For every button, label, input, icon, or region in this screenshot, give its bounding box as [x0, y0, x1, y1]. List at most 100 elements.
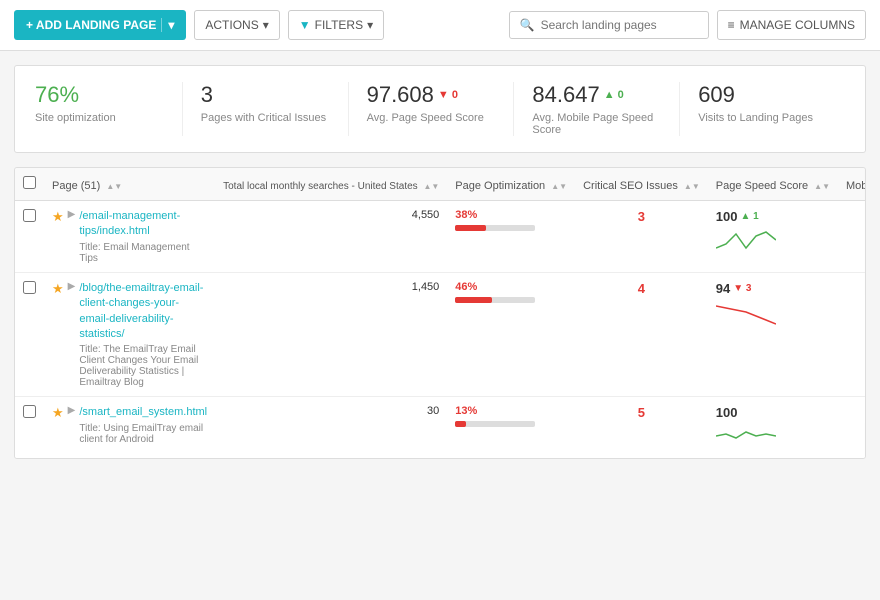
row-mobile-usability-cell: !: [838, 201, 866, 273]
stat-label-mobile-speed: Avg. Mobile Page Speed Score: [532, 112, 661, 136]
critical-value: 5: [638, 405, 645, 420]
mobile-usability-column-header[interactable]: Mobile usability ▲▼: [838, 168, 866, 201]
speed-score-wrap: 94 ▼ 3: [716, 281, 830, 326]
table-row: ★ ▶ /email-management-tips/index.html Ti…: [15, 201, 866, 273]
page-title: Title: The EmailTray Email Client Change…: [79, 344, 207, 388]
stat-label-page-speed: Avg. Page Speed Score: [367, 112, 496, 124]
sort-arrows-searches: ▲▼: [423, 182, 439, 191]
search-input[interactable]: [541, 18, 698, 32]
optimization-bar-fill: [455, 225, 485, 231]
stat-page-speed: 97.608 ▼ 0 Avg. Page Speed Score: [349, 82, 515, 136]
expand-arrow-icon[interactable]: ▶: [68, 405, 76, 416]
page-url[interactable]: /blog/the-emailtray-email-client-changes…: [79, 281, 207, 343]
opt-column-header[interactable]: Page Optimization ▲▼: [447, 168, 575, 201]
row-searches-cell: 30: [215, 397, 447, 459]
speed-value: 94 ▼ 3: [716, 281, 830, 296]
row-critical-cell: 4: [575, 272, 708, 397]
add-label: + ADD LANDING PAGE: [26, 18, 156, 32]
stat-badge-mobile-speed: ▲ 0: [604, 89, 624, 101]
row-optimization-cell: 46%: [447, 272, 575, 397]
sparkline-speed: [716, 422, 776, 450]
searches-value: 30: [427, 405, 439, 417]
optimization-bar-bg: [455, 421, 535, 427]
row-page-cell: ★ ▶ /blog/the-emailtray-email-client-cha…: [44, 272, 215, 397]
add-arrow-icon: ▾: [161, 18, 174, 32]
search-icon: 🔍: [520, 18, 535, 32]
row-checkbox[interactable]: [23, 281, 36, 294]
sort-arrows-critical: ▲▼: [684, 182, 700, 191]
landing-pages-table: Page (51) ▲▼ Total local monthly searche…: [14, 167, 866, 459]
stat-value-visits: 609: [698, 82, 827, 108]
select-all-checkbox[interactable]: [23, 176, 36, 189]
expand-arrow-icon[interactable]: ▶: [68, 281, 76, 292]
stat-site-optimization: 76% Site optimization: [35, 82, 183, 136]
speed-score-wrap: 100: [716, 405, 830, 450]
star-icon[interactable]: ★: [52, 281, 64, 297]
row-page-cell: ★ ▶ /smart_email_system.html Title: Usin…: [44, 397, 215, 459]
speed-change: ▲ 1: [740, 211, 758, 222]
page-url[interactable]: /email-management-tips/index.html: [79, 209, 207, 240]
sort-arrows-opt: ▲▼: [551, 182, 567, 191]
stat-label-visits: Visits to Landing Pages: [698, 112, 827, 124]
row-optimization-cell: 13%: [447, 397, 575, 459]
stats-bar: 76% Site optimization 3 Pages with Criti…: [14, 65, 866, 153]
optimization-label: 13%: [455, 405, 567, 417]
searches-column-header[interactable]: Total local monthly searches - United St…: [215, 168, 447, 201]
speed-value: 100: [716, 405, 830, 420]
searches-value: 1,450: [412, 281, 440, 293]
row-speed-cell: 94 ▼ 3: [708, 272, 838, 397]
optimization-bar-fill: [455, 297, 492, 303]
actions-button[interactable]: ACTIONS ▾: [194, 10, 279, 40]
speed-score-wrap: 100 ▲ 1: [716, 209, 830, 254]
stat-badge-page-speed: ▼ 0: [438, 89, 458, 101]
table-row: ★ ▶ /smart_email_system.html Title: Usin…: [15, 397, 866, 459]
optimization-bar-bg: [455, 297, 535, 303]
stat-mobile-speed: 84.647 ▲ 0 Avg. Mobile Page Speed Score: [514, 82, 680, 136]
table-row: ★ ▶ /blog/the-emailtray-email-client-cha…: [15, 272, 866, 397]
optimization-bar-wrap: 38%: [455, 209, 567, 231]
row-checkbox-cell: [15, 201, 44, 273]
select-all-header: [15, 168, 44, 201]
speed-change: ▼ 3: [733, 283, 751, 294]
optimization-label: 38%: [455, 209, 567, 221]
stat-visits: 609 Visits to Landing Pages: [680, 82, 845, 136]
toolbar-right: 🔍 ≡ MANAGE COLUMNS: [509, 10, 866, 40]
page-column-header[interactable]: Page (51) ▲▼: [44, 168, 215, 201]
row-checkbox[interactable]: [23, 209, 36, 222]
filters-button[interactable]: ▼ FILTERS ▾: [288, 10, 384, 40]
row-critical-cell: 5: [575, 397, 708, 459]
search-box: 🔍: [509, 11, 709, 39]
sparkline-speed: [716, 298, 776, 326]
stat-value-optimization: 76%: [35, 82, 164, 108]
critical-value: 3: [638, 209, 645, 224]
stat-label-optimization: Site optimization: [35, 112, 164, 124]
stat-critical-issues: 3 Pages with Critical Issues: [183, 82, 349, 136]
row-critical-cell: 3: [575, 201, 708, 273]
searches-value: 4,550: [412, 209, 440, 221]
star-icon[interactable]: ★: [52, 405, 64, 421]
row-checkbox[interactable]: [23, 405, 36, 418]
add-landing-page-button[interactable]: + ADD LANDING PAGE ▾: [14, 10, 186, 40]
sparkline-speed: [716, 226, 776, 254]
manage-columns-button[interactable]: ≡ MANAGE COLUMNS: [717, 10, 866, 40]
optimization-bar-wrap: 46%: [455, 281, 567, 303]
row-speed-cell: 100: [708, 397, 838, 459]
speed-column-header[interactable]: Page Speed Score ▲▼: [708, 168, 838, 201]
row-mobile-usability-cell: !: [838, 397, 866, 459]
row-speed-cell: 100 ▲ 1: [708, 201, 838, 273]
page-url[interactable]: /smart_email_system.html: [79, 405, 207, 420]
optimization-bar-bg: [455, 225, 535, 231]
optimization-bar-fill: [455, 421, 465, 427]
row-page-cell: ★ ▶ /email-management-tips/index.html Ti…: [44, 201, 215, 273]
toolbar: + ADD LANDING PAGE ▾ ACTIONS ▾ ▼ FILTERS…: [0, 0, 880, 51]
page-title: Title: Using EmailTray email client for …: [79, 423, 207, 445]
star-icon[interactable]: ★: [52, 209, 64, 225]
stat-value-critical: 3: [201, 82, 330, 108]
row-searches-cell: 4,550: [215, 201, 447, 273]
page-title: Title: Email Management Tips: [79, 242, 207, 264]
row-searches-cell: 1,450: [215, 272, 447, 397]
critical-column-header[interactable]: Critical SEO Issues ▲▼: [575, 168, 708, 201]
optimization-label: 46%: [455, 281, 567, 293]
expand-arrow-icon[interactable]: ▶: [68, 209, 76, 220]
stat-value-page-speed: 97.608 ▼ 0: [367, 82, 496, 108]
